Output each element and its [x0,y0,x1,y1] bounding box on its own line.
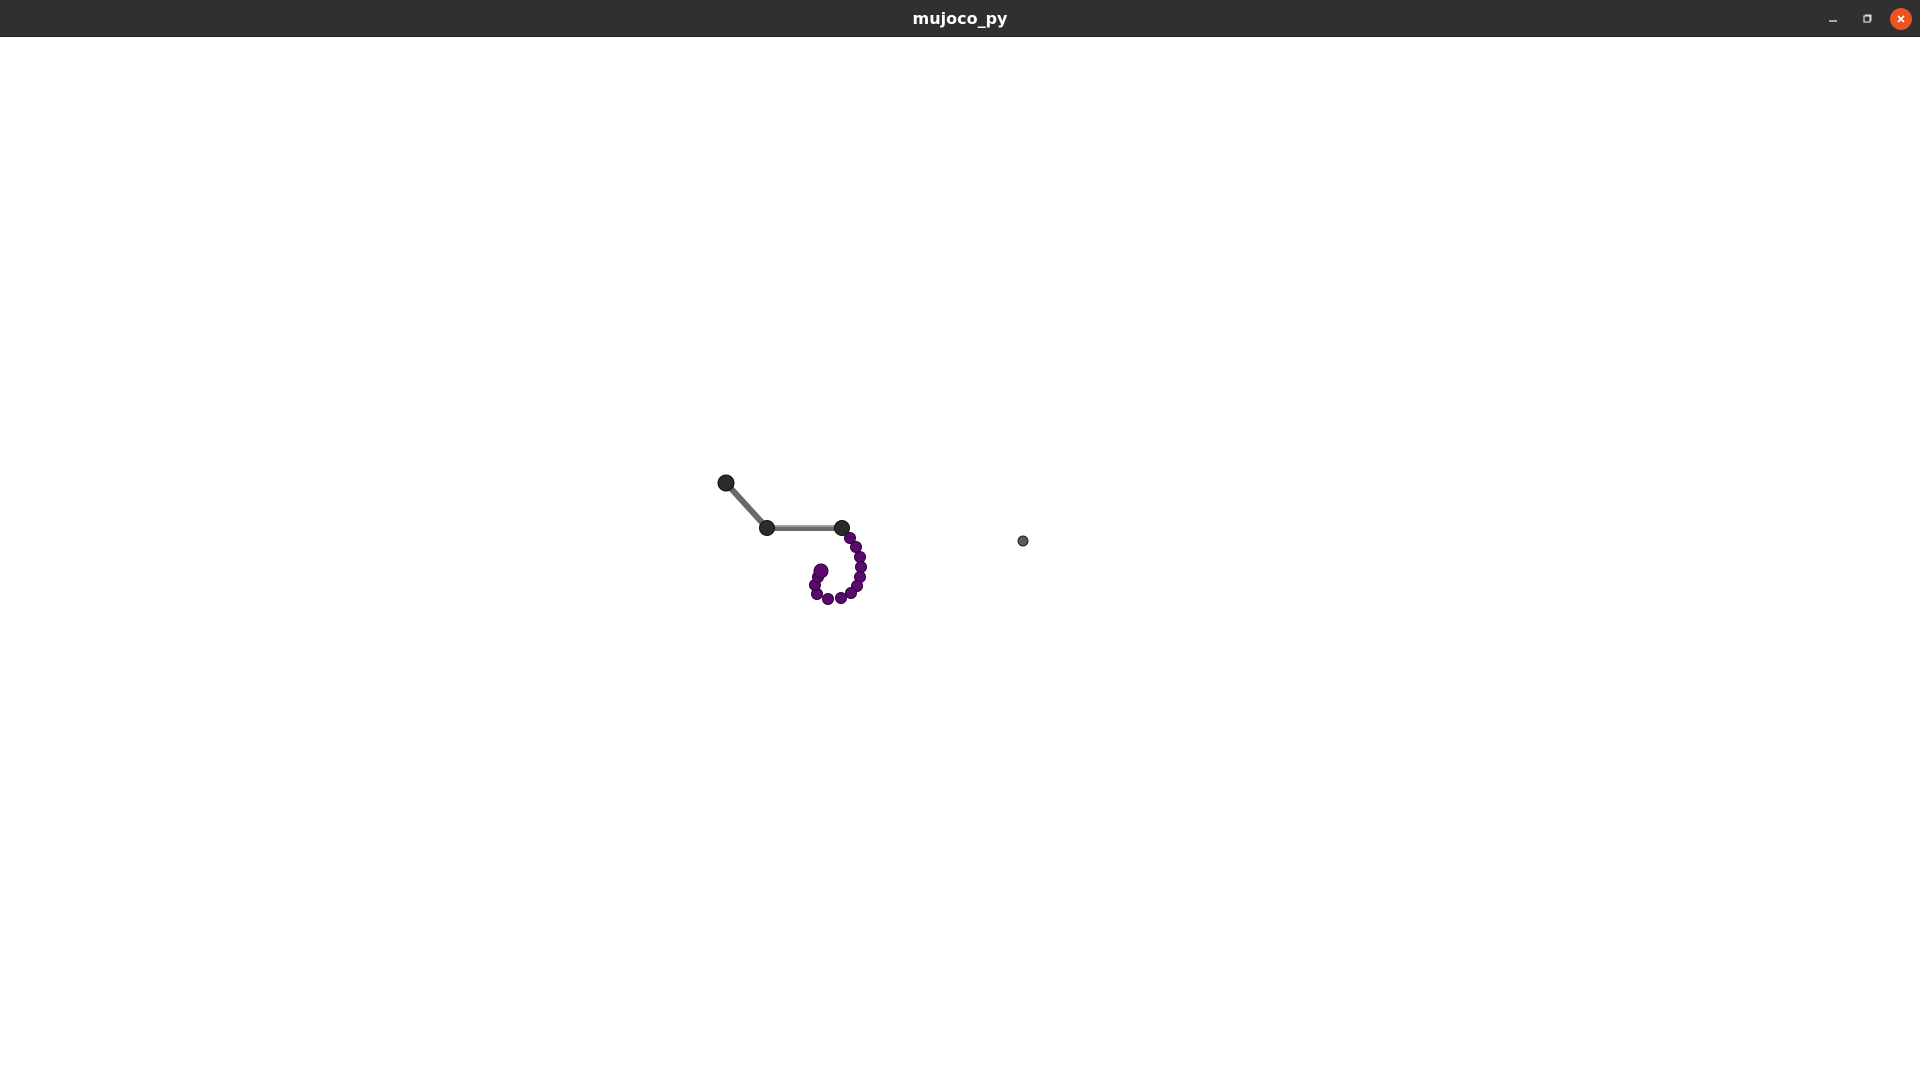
close-icon [1897,14,1905,23]
rope-bead [835,592,847,604]
rope-bead [845,587,857,599]
window-titlebar[interactable]: mujoco_py [0,0,1920,37]
arm-link-upper [723,480,770,531]
rope-bead [855,561,867,573]
target-marker [1017,535,1029,547]
rope-end-bead [813,563,829,579]
arm-joint-elbow [759,520,775,536]
window-controls [1822,0,1920,37]
rope [809,532,867,605]
rope-bead [850,541,862,553]
close-button[interactable] [1890,7,1912,30]
maximize-icon [1863,14,1872,23]
arm-joint-base [717,474,735,492]
simulation-viewport[interactable] [0,37,1920,1080]
rope-bead [854,551,866,563]
window-title: mujoco_py [912,8,1008,28]
minimize-button[interactable] [1822,8,1844,30]
maximize-button[interactable] [1856,8,1878,30]
rope-bead [822,593,834,605]
mujoco-scene [717,474,1029,605]
minimize-icon [1829,19,1837,22]
